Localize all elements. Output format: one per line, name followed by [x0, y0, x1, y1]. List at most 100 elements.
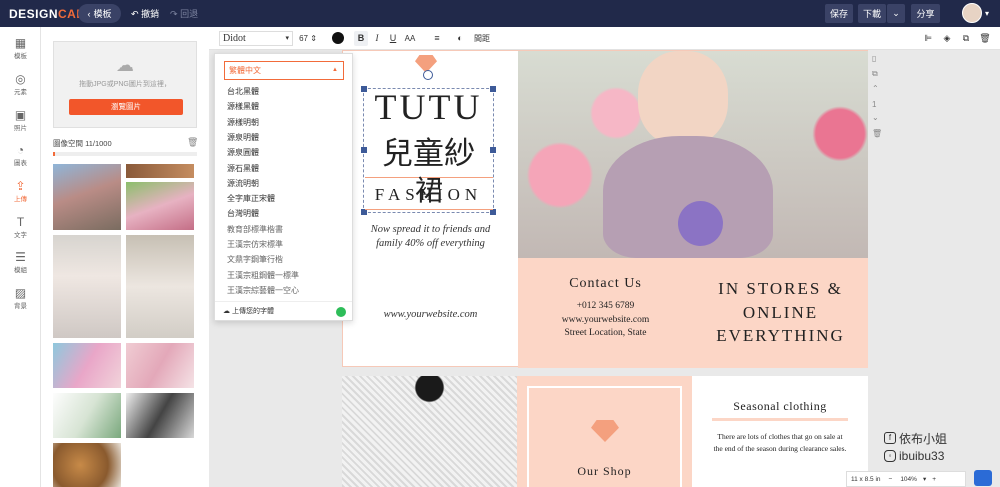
contact-phone: +012 345 6789	[576, 301, 635, 311]
text-icon: T	[16, 215, 25, 229]
font-option[interactable]: 台北黑體	[227, 86, 259, 97]
font-option[interactable]: 文鼎字鋼筆行楷	[227, 254, 283, 265]
title-line-2: 兒童紗	[382, 136, 475, 172]
uploaded-image-thumbnail[interactable]	[53, 164, 121, 230]
contact-website: www.yourwebsite.com	[561, 315, 650, 325]
tagline-2: family 40% off everything	[376, 238, 485, 249]
tagline-1: Now spread it to friends and	[370, 224, 491, 235]
chevron-down-icon[interactable]: ▾	[921, 475, 928, 483]
upload-panel: ☁ 拖動JPG或PNG圖片到這裡， 瀏覽圖片 圖像空間 11/1000 🗑	[41, 27, 209, 487]
chevron-up-icon: ▲	[332, 67, 338, 73]
font-option[interactable]: 源泉明體	[227, 132, 259, 143]
redo-button[interactable]: ↷ 回退	[170, 7, 198, 20]
uploaded-image-thumbnail[interactable]	[53, 235, 121, 338]
seasonal-body: There are lots of clothes that go on sal…	[713, 432, 847, 453]
font-language-select[interactable]: 繁體中文 ▲	[224, 61, 344, 80]
contact-title: Contact Us	[569, 276, 642, 291]
delete-icon[interactable]: 🗑	[978, 31, 992, 46]
avatar[interactable]	[962, 3, 982, 23]
uploaded-image-thumbnail[interactable]	[53, 443, 121, 487]
lace-dress-photo[interactable]	[342, 376, 517, 487]
sidebar-item-charts[interactable]: ◔ 圖表	[0, 140, 41, 172]
font-option[interactable]: 源流明朝	[227, 178, 259, 189]
font-option[interactable]: 王漢宗綜藝體一空心	[227, 285, 299, 296]
browse-images-button[interactable]: 瀏覽圖片	[69, 99, 183, 115]
instagram-icon: ◦	[884, 450, 896, 462]
template-icon: ▦	[14, 36, 27, 50]
trash-icon[interactable]: 🗑	[187, 137, 198, 148]
chevron-down-icon[interactable]: ⌄	[872, 113, 879, 122]
font-option[interactable]: 王漢宗粗鋼體一標準	[227, 270, 299, 281]
website-text: www.yourwebsite.com	[383, 309, 478, 320]
zoom-level[interactable]: 104%	[896, 476, 921, 483]
uploaded-image-thumbnail[interactable]	[126, 393, 194, 438]
align-left-icon[interactable]: ⊫	[921, 31, 935, 46]
page-controls: ▯ ⧉ ⌃ 1 ⌄ 🗑	[869, 50, 885, 145]
sidebar-item-text[interactable]: T 文字	[0, 212, 41, 244]
font-option[interactable]: 教育部標準楷書	[227, 224, 283, 235]
sidebar-item-modules[interactable]: ☰ 模組	[0, 247, 41, 279]
bold-button[interactable]: B	[354, 31, 368, 46]
font-option[interactable]: 王漢宗仿宋標準	[227, 239, 283, 250]
underline-button[interactable]: U	[386, 31, 400, 46]
designcap-logo[interactable]: DESIGNCAP	[9, 7, 85, 21]
sidebar-item-background[interactable]: ▨ 背景	[0, 283, 41, 315]
font-option[interactable]: 源樣明朝	[227, 117, 259, 128]
font-option[interactable]: 全字庫正宋體	[227, 193, 275, 204]
uploaded-image-thumbnail[interactable]	[53, 393, 121, 438]
chevron-down-icon: ▾	[285, 34, 289, 42]
text-case-button[interactable]: AA	[403, 31, 417, 46]
add-font-icon[interactable]	[336, 307, 346, 317]
font-option[interactable]: 源泉圓體	[227, 147, 259, 158]
seasonal-divider	[712, 418, 848, 421]
rotate-handle-icon[interactable]	[423, 70, 433, 80]
storage-progress	[53, 152, 197, 156]
child-photo[interactable]	[518, 51, 868, 258]
layers-icon[interactable]: ◈	[940, 31, 954, 46]
download-options-button[interactable]: ⌄	[887, 4, 905, 23]
sidebar-item-templates[interactable]: ▦ 模板	[0, 33, 41, 65]
chevron-up-icon[interactable]: ⌃	[872, 84, 879, 93]
upload-font-button[interactable]: ☁ 上傳您的字體	[215, 301, 352, 321]
account-chevron-icon[interactable]: ▾	[985, 9, 989, 18]
download-button[interactable]: 下載	[858, 4, 886, 23]
back-to-templates-button[interactable]: ‹ 模板	[78, 4, 121, 23]
save-button[interactable]: 保存	[825, 4, 853, 23]
zoom-in-button[interactable]: +	[928, 476, 940, 483]
sidebar-item-upload[interactable]: ⇪ 上傳	[0, 176, 41, 208]
seasonal-title: Seasonal clothing	[733, 399, 827, 413]
redo-icon: ↷	[170, 9, 178, 19]
storage-progress-fill	[53, 152, 55, 156]
copy-page-icon[interactable]: ⧉	[872, 69, 878, 79]
delete-page-icon[interactable]: 🗑	[872, 129, 882, 138]
duplicate-icon[interactable]: ⧉	[959, 31, 973, 46]
uploaded-image-thumbnail[interactable]	[53, 343, 121, 388]
font-option[interactable]: 台灣明體	[227, 208, 259, 219]
uploaded-image-thumbnail[interactable]	[126, 164, 194, 178]
share-button[interactable]: 分享	[911, 4, 940, 23]
add-page-icon[interactable]: ▯	[872, 54, 876, 63]
design-page: TUTU 兒童紗 FASHION 裙 Now spread it to frie…	[342, 50, 868, 368]
text-color-swatch[interactable]	[332, 32, 344, 44]
sidebar-item-elements[interactable]: ◎ 元素	[0, 69, 41, 101]
promo-line-1: IN STORES &	[718, 279, 843, 298]
undo-button[interactable]: ↶ 撤銷	[131, 7, 159, 20]
font-option[interactable]: 源樣黑體	[227, 101, 259, 112]
font-family-select[interactable]: Didot ▾	[219, 31, 293, 46]
opacity-icon[interactable]: ◐	[453, 31, 467, 46]
sidebar-item-photos[interactable]: ▣ 照片	[0, 105, 41, 137]
seasonal-panel: Seasonal clothing There are lots of clot…	[692, 376, 868, 487]
align-center-icon[interactable]: ≡	[430, 31, 444, 46]
title-line-1: TUTU	[374, 87, 483, 127]
spacing-button[interactable]: 間距	[471, 31, 493, 46]
uploaded-image-thumbnail[interactable]	[126, 343, 194, 388]
chat-icon[interactable]	[974, 470, 992, 486]
font-option[interactable]: 源石黑體	[227, 163, 259, 174]
uploaded-image-thumbnail[interactable]	[126, 182, 194, 230]
zoom-out-button[interactable]: −	[885, 476, 897, 483]
italic-button[interactable]: I	[370, 31, 384, 46]
upload-dropzone[interactable]: ☁ 拖動JPG或PNG圖片到這裡， 瀏覽圖片	[53, 41, 197, 128]
shop-panel: Our Shop	[517, 376, 692, 487]
uploaded-image-thumbnail[interactable]	[126, 235, 194, 338]
font-size-select[interactable]: 67 ⇕	[295, 31, 321, 46]
